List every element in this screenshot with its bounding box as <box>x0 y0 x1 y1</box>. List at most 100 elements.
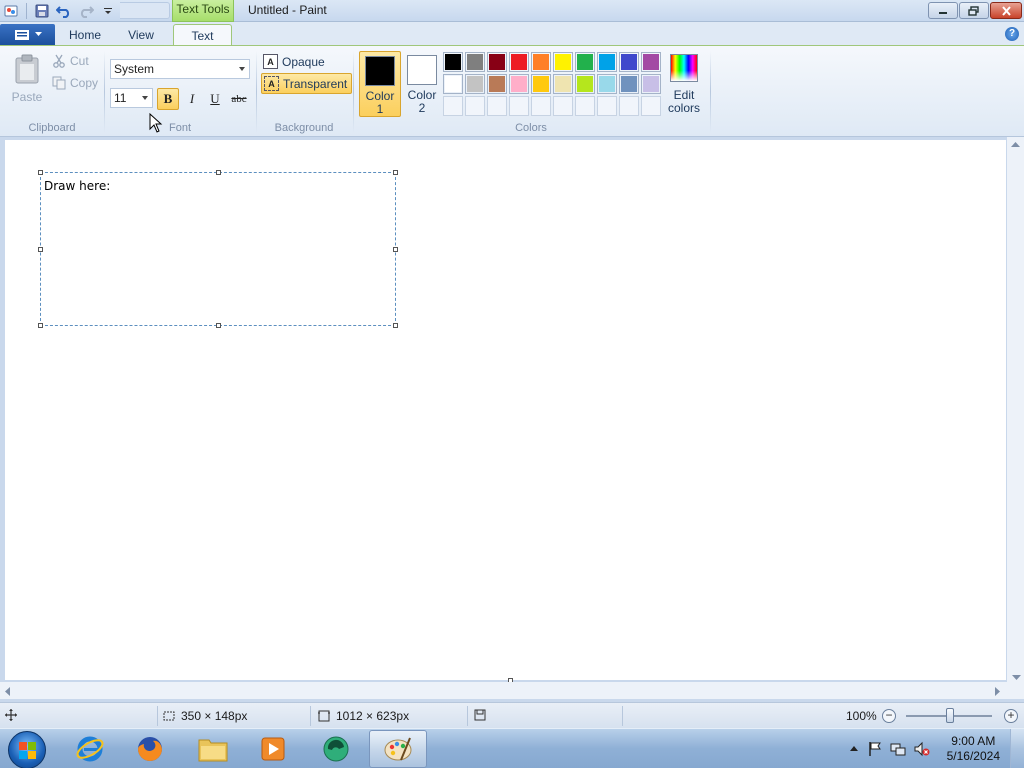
palette-swatch[interactable] <box>531 52 551 72</box>
edit-colors-button[interactable]: Edit colors <box>664 51 704 115</box>
palette-swatch[interactable] <box>443 74 463 94</box>
taskbar-internet-explorer[interactable] <box>61 730 119 768</box>
color-palette <box>443 52 661 116</box>
vertical-scrollbar[interactable] <box>1007 137 1024 685</box>
palette-swatch-empty[interactable] <box>553 96 573 116</box>
status-separator <box>467 706 468 726</box>
strikethrough-button[interactable]: abc <box>228 88 250 110</box>
palette-swatch[interactable] <box>487 52 507 72</box>
resize-handle[interactable] <box>216 170 221 175</box>
resize-handle[interactable] <box>38 247 43 252</box>
tab-home[interactable]: Home <box>60 24 110 46</box>
edit-colors-line2: colors <box>667 101 700 115</box>
title-bar: Text Tools Untitled - Paint <box>0 0 1024 22</box>
palette-swatch[interactable] <box>553 74 573 94</box>
italic-button[interactable]: I <box>181 88 203 110</box>
transparent-button[interactable]: A Transparent <box>261 73 353 94</box>
cut-button[interactable]: Cut <box>52 51 89 71</box>
taskbar-paint[interactable] <box>369 730 427 768</box>
opaque-button[interactable]: A Opaque <box>261 51 329 72</box>
resize-handle[interactable] <box>38 170 43 175</box>
zoom-out-button[interactable]: − <box>882 709 896 723</box>
palette-swatch-empty[interactable] <box>597 96 617 116</box>
underline-button[interactable]: U <box>204 88 226 110</box>
palette-swatch[interactable] <box>575 52 595 72</box>
palette-swatch-empty[interactable] <box>575 96 595 116</box>
scroll-left-icon[interactable] <box>5 687 11 696</box>
font-size-select[interactable]: 11 <box>110 88 153 108</box>
drawing-canvas[interactable]: Draw here: <box>5 140 1006 680</box>
scroll-up-icon[interactable] <box>1011 142 1020 148</box>
font-family-select[interactable]: System <box>110 59 250 79</box>
resize-handle[interactable] <box>38 323 43 328</box>
palette-swatch[interactable] <box>487 74 507 94</box>
scroll-right-icon[interactable] <box>995 687 1001 696</box>
taskbar-firefox[interactable] <box>121 730 179 768</box>
palette-swatch[interactable] <box>509 74 529 94</box>
color2-swatch <box>407 55 437 85</box>
palette-swatch[interactable] <box>443 52 463 72</box>
paste-button[interactable]: Paste <box>8 51 46 109</box>
customize-qat-icon[interactable] <box>99 2 117 20</box>
show-desktop-button[interactable] <box>1010 729 1024 768</box>
palette-swatch[interactable] <box>597 74 617 94</box>
move-cursor-icon <box>5 709 17 721</box>
palette-swatch-empty[interactable] <box>641 96 661 116</box>
restore-button[interactable] <box>959 2 989 19</box>
clock[interactable]: 9:00 AM 5/16/2024 <box>947 734 1000 764</box>
help-icon[interactable]: ? <box>1005 27 1019 41</box>
paint-app-icon[interactable] <box>2 2 20 20</box>
palette-swatch[interactable] <box>597 52 617 72</box>
color2-button[interactable]: Color 2 <box>403 51 441 117</box>
palette-swatch[interactable] <box>531 74 551 94</box>
show-hidden-icons-icon[interactable] <box>850 745 858 751</box>
palette-swatch[interactable] <box>641 74 661 94</box>
resize-handle[interactable] <box>216 323 221 328</box>
palette-swatch[interactable] <box>619 74 639 94</box>
group-separator <box>710 51 711 133</box>
taskbar-app-green[interactable] <box>307 730 365 768</box>
color2-label-line2: 2 <box>418 101 426 115</box>
taskbar-media-player[interactable] <box>244 730 302 768</box>
palette-swatch[interactable] <box>509 52 529 72</box>
tab-text[interactable]: Text <box>173 24 232 46</box>
zoom-slider-thumb[interactable] <box>946 708 954 723</box>
palette-swatch[interactable] <box>465 74 485 94</box>
paint-menu-button[interactable] <box>0 24 55 45</box>
zoom-level: 100% <box>846 709 877 723</box>
copy-button[interactable]: Copy <box>52 73 98 93</box>
text-box-content[interactable]: Draw here: <box>44 179 110 193</box>
text-box[interactable]: Draw here: <box>40 172 396 326</box>
palette-swatch[interactable] <box>553 52 573 72</box>
tab-view[interactable]: View <box>116 24 166 46</box>
minimize-button[interactable] <box>928 2 958 19</box>
palette-swatch[interactable] <box>619 52 639 72</box>
palette-swatch-empty[interactable] <box>509 96 529 116</box>
palette-swatch-empty[interactable] <box>531 96 551 116</box>
scroll-down-icon[interactable] <box>1012 675 1021 681</box>
horizontal-scrollbar[interactable] <box>0 675 1024 699</box>
network-icon[interactable] <box>890 741 906 757</box>
resize-handle[interactable] <box>393 247 398 252</box>
close-button[interactable] <box>990 2 1022 19</box>
taskbar-file-explorer[interactable] <box>184 730 242 768</box>
action-center-flag-icon[interactable] <box>868 741 882 757</box>
resize-handle[interactable] <box>393 323 398 328</box>
palette-swatch-empty[interactable] <box>465 96 485 116</box>
start-button[interactable] <box>8 731 46 768</box>
palette-swatch[interactable] <box>575 74 595 94</box>
taskbar: 9:00 AM 5/16/2024 <box>0 728 1024 768</box>
bold-button[interactable]: B <box>157 88 179 110</box>
volume-muted-icon[interactable] <box>914 741 930 757</box>
color1-button[interactable]: Color 1 <box>359 51 401 117</box>
zoom-in-button[interactable]: + <box>1004 709 1018 723</box>
palette-swatch[interactable] <box>465 52 485 72</box>
palette-swatch[interactable] <box>641 52 661 72</box>
save-icon[interactable] <box>33 2 51 20</box>
palette-swatch-empty[interactable] <box>487 96 507 116</box>
palette-swatch-empty[interactable] <box>619 96 639 116</box>
resize-handle[interactable] <box>393 170 398 175</box>
palette-swatch-empty[interactable] <box>443 96 463 116</box>
cursor-position <box>5 709 17 721</box>
undo-icon[interactable] <box>55 2 73 20</box>
